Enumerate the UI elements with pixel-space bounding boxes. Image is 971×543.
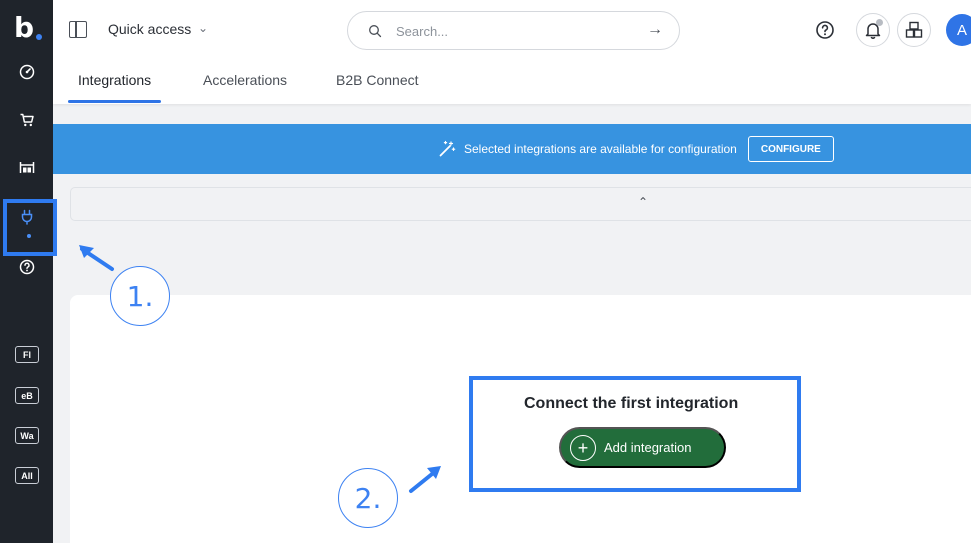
active-tab-underline <box>68 100 161 103</box>
highlight-box-sidebar <box>3 199 57 256</box>
search-icon <box>369 25 382 38</box>
configure-button[interactable]: CONFIGURE <box>747 136 834 162</box>
sidebar-chip-wa[interactable]: Wa <box>15 427 39 444</box>
tab-b2b-connect[interactable]: B2B Connect <box>336 72 419 88</box>
sidebar-chip-all[interactable]: All <box>15 467 39 484</box>
help-icon <box>816 21 834 39</box>
magic-wand-icon <box>439 140 456 157</box>
cart-icon[interactable] <box>17 110 37 130</box>
highlight-box-add-integration <box>469 376 801 492</box>
collapse-panel-bar[interactable]: ⌃ <box>70 187 971 221</box>
top-header: Quick access ⌄ → A Integrations Accelera… <box>53 0 971 104</box>
dashboard-icon[interactable] <box>17 62 37 82</box>
apps-button[interactable] <box>897 13 931 47</box>
step-2-marker: 2. <box>338 468 398 528</box>
notification-dot <box>876 19 883 26</box>
tab-integrations[interactable]: Integrations <box>78 72 151 88</box>
help-icon[interactable] <box>17 257 37 277</box>
search-box[interactable]: → <box>347 11 680 50</box>
avatar[interactable]: A <box>946 14 971 46</box>
brand-logo-dot <box>36 34 42 40</box>
quick-access-label[interactable]: Quick access <box>108 21 191 37</box>
boxes-icon <box>905 21 923 38</box>
search-submit-arrow-icon[interactable]: → <box>647 21 663 39</box>
search-input[interactable] <box>396 21 636 41</box>
app-window: b Fl eB Wa All Quick access ⌄ → <box>0 0 971 543</box>
annotation-arrow-1 <box>79 245 114 271</box>
tab-accelerations[interactable]: Accelerations <box>203 72 287 88</box>
help-button[interactable] <box>808 13 842 47</box>
brand-logo[interactable]: b <box>14 14 34 42</box>
chevron-down-icon[interactable]: ⌄ <box>198 21 208 35</box>
step-1-marker: 1. <box>110 266 170 326</box>
quick-access-icon[interactable] <box>69 21 87 38</box>
banner-message: Selected integrations are available for … <box>464 142 737 156</box>
warehouse-icon[interactable] <box>17 157 37 177</box>
chevron-up-icon[interactable]: ⌃ <box>638 195 648 209</box>
sidebar-chip-fl[interactable]: Fl <box>15 346 39 363</box>
sidebar-chip-eb[interactable]: eB <box>15 387 39 404</box>
notifications-button[interactable] <box>856 13 890 47</box>
sidebar: b Fl eB Wa All <box>0 0 53 543</box>
annotation-arrow-2 <box>409 466 441 493</box>
info-banner: Selected integrations are available for … <box>53 124 971 174</box>
